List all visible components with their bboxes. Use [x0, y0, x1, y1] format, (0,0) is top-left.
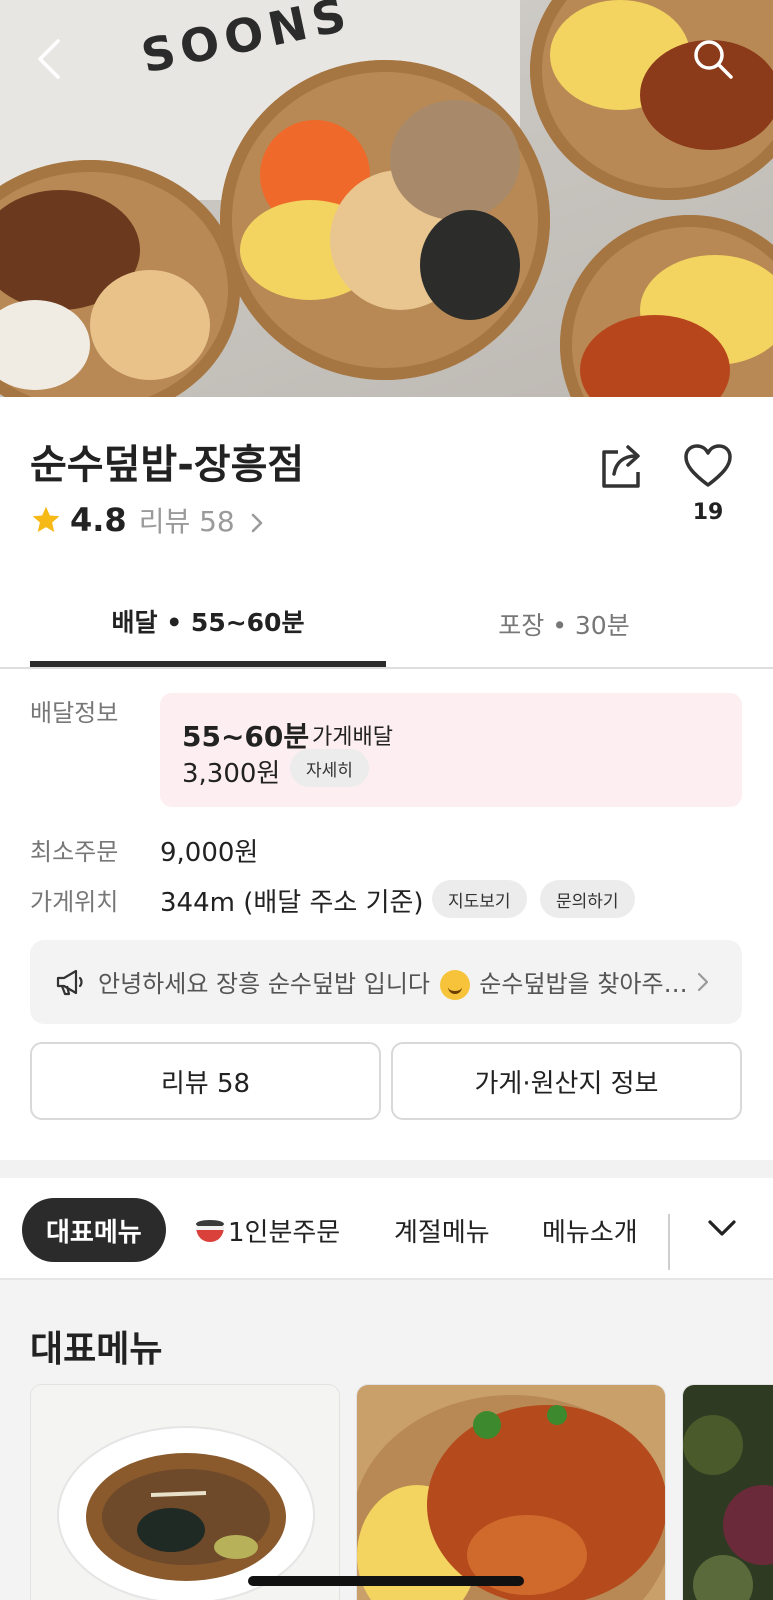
- tabs-divider: [668, 1214, 670, 1270]
- rating-value: 4.8: [70, 501, 127, 539]
- notice-text-part1: 안녕하세요 장흥 순수덮밥 입니다: [98, 970, 431, 998]
- min-order-label: 최소주문: [30, 838, 119, 866]
- view-map-button[interactable]: 지도보기: [432, 880, 527, 918]
- store-hero-image: SOONS: [0, 0, 773, 397]
- favorite-button[interactable]: [682, 440, 734, 492]
- signature-menu-section: 대표메뉴: [0, 1280, 773, 1600]
- menu-tab-single-serving-label: 1인분주문: [228, 1217, 341, 1248]
- store-location-label: 가게위치: [30, 888, 119, 916]
- section-title: 대표메뉴: [30, 1329, 163, 1370]
- store-location-value: 344m (배달 주소 기준): [160, 888, 424, 918]
- store-name: 순수덮밥-장흥점: [30, 442, 305, 488]
- menu-item-photo: [357, 1385, 665, 1600]
- chevron-right-icon: [251, 513, 262, 533]
- menu-tab-menu-intro[interactable]: 메뉴소개: [542, 1198, 638, 1262]
- order-type-tabs: 배달 • 55~60분 포장 • 30분: [30, 580, 743, 668]
- home-indicator: [248, 1576, 524, 1586]
- tab-pickup[interactable]: 포장 • 30분: [386, 580, 742, 668]
- store-origin-info-button[interactable]: 가게·원산지 정보: [391, 1042, 742, 1120]
- menu-tab-seasonal[interactable]: 계절메뉴: [394, 1198, 490, 1262]
- grin-emoji-icon: [439, 970, 470, 1000]
- chevron-right-icon: [697, 972, 709, 992]
- menu-category-tabs: 대표메뉴 1인분주문 계절메뉴 메뉴소개: [0, 1178, 773, 1280]
- chevron-down-icon: [708, 1220, 736, 1236]
- menu-card[interactable]: [682, 1384, 773, 1600]
- menu-item-photo: [31, 1385, 339, 1600]
- notice-text: 안녕하세요 장흥 순수덮밥 입니다 순수덮밥을 찾아주…: [98, 964, 688, 1000]
- food-bowl: [530, 0, 773, 200]
- food-bowl: [560, 215, 773, 397]
- delivery-info-label: 배달정보: [30, 699, 119, 727]
- expand-categories-button[interactable]: [700, 1206, 744, 1250]
- delivery-info-box: 55~60분 가게배달 3,300원 자세히: [160, 693, 742, 807]
- search-button[interactable]: [688, 34, 738, 84]
- notice-text-part2: 순수덮밥을 찾아주…: [479, 970, 688, 998]
- tab-delivery[interactable]: 배달 • 55~60분: [30, 580, 386, 668]
- share-icon: [602, 445, 640, 488]
- heart-icon: [684, 444, 732, 487]
- menu-tab-single-serving[interactable]: 1인분주문: [194, 1198, 340, 1262]
- delivery-detail-button[interactable]: 자세히: [290, 749, 369, 787]
- rice-bowl-icon: [196, 1220, 224, 1242]
- delivery-fee: 3,300원: [182, 759, 281, 789]
- menu-item-photo: [683, 1385, 773, 1600]
- star-icon: [32, 506, 60, 532]
- review-count-link[interactable]: 리뷰 58: [139, 500, 264, 540]
- menu-tab-signature[interactable]: 대표메뉴: [22, 1198, 166, 1262]
- megaphone-icon: [56, 969, 83, 996]
- favorite-count: 19: [692, 500, 724, 525]
- rating-row: 4.8 리뷰 58: [30, 500, 264, 540]
- menu-card[interactable]: [356, 1384, 666, 1600]
- back-button[interactable]: [24, 34, 74, 84]
- tabs-divider: [0, 667, 773, 669]
- search-icon: [694, 40, 733, 79]
- delivery-time: 55~60분: [182, 720, 310, 753]
- store-notice[interactable]: 안녕하세요 장흥 순수덮밥 입니다 순수덮밥을 찾아주…: [30, 940, 742, 1024]
- food-bowl: [220, 60, 550, 380]
- inquiry-button[interactable]: 문의하기: [540, 880, 635, 918]
- delivery-type: 가게배달: [312, 725, 393, 750]
- share-button[interactable]: [596, 440, 648, 492]
- reviews-button[interactable]: 리뷰 58: [30, 1042, 381, 1120]
- review-count-label: 리뷰 58: [138, 505, 235, 538]
- min-order-value: 9,000원: [160, 838, 259, 868]
- section-separator: [0, 1160, 773, 1178]
- chevron-left-icon: [38, 39, 60, 79]
- menu-card[interactable]: [30, 1384, 340, 1600]
